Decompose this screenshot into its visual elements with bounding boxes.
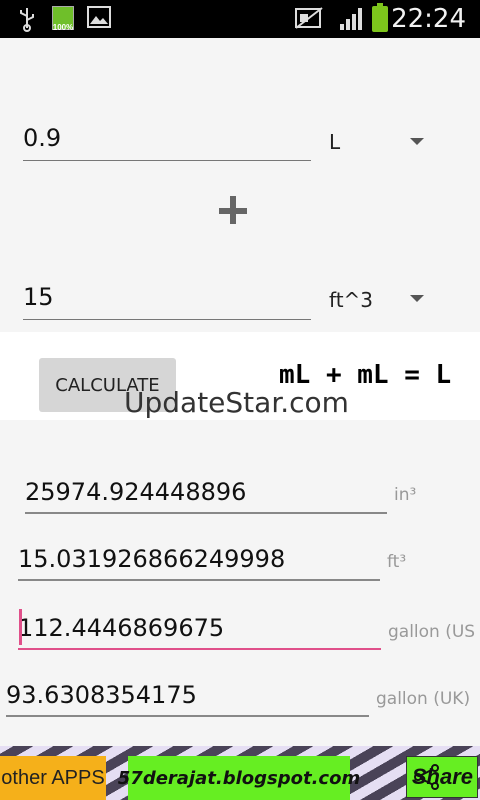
result-value: 112.4446869675 — [18, 614, 225, 642]
chevron-down-icon[interactable] — [410, 138, 424, 145]
battery-percent-label: 100% — [52, 23, 74, 32]
clock: 22:24 — [391, 4, 466, 34]
result-unit-gallon-uk: gallon (UK) — [376, 689, 471, 709]
mute-icon — [295, 7, 323, 29]
value-input-1[interactable]: 0.9 — [23, 124, 311, 161]
blog-link-label: 57derajat.blogspot.com — [117, 767, 361, 789]
unit-select-2-label: ft^3 — [329, 288, 374, 312]
share-icon — [414, 764, 439, 790]
other-apps-label: other APPS — [1, 766, 105, 789]
text-cursor — [19, 609, 22, 645]
result-field-gallon-uk[interactable]: 93.6308354175 — [6, 681, 369, 717]
image-icon — [87, 6, 111, 28]
value-input-1-text: 0.9 — [23, 124, 62, 152]
result-field-ft3[interactable]: 15.031926866249998 — [18, 545, 380, 581]
result-unit-gallon-us: gallon (US — [388, 622, 476, 642]
result-unit-in3: in³ — [394, 485, 417, 505]
unit-select-1[interactable]: L — [329, 130, 340, 154]
result-value: 15.031926866249998 — [18, 545, 286, 573]
battery-icon: 100% — [52, 6, 74, 32]
result-field-gallon-us[interactable]: 112.4446869675 — [18, 614, 381, 650]
chevron-down-icon[interactable] — [410, 295, 424, 302]
unit-select-1-label: L — [329, 130, 341, 154]
result-unit-ft3: ft³ — [387, 552, 407, 572]
plus-icon — [219, 196, 249, 226]
value-input-2-text: 15 — [23, 283, 54, 311]
blog-link[interactable]: 57derajat.blogspot.com — [118, 756, 360, 800]
result-value: 25974.924448896 — [25, 478, 247, 506]
signal-icon — [340, 8, 362, 30]
watermark: UpdateStar.com — [124, 386, 349, 419]
other-apps-button[interactable]: other APPS — [0, 756, 106, 800]
usb-icon — [20, 8, 34, 32]
value-input-2[interactable]: 15 — [23, 283, 311, 320]
status-bar: 100% 22:24 — [0, 0, 480, 38]
result-field-in3[interactable]: 25974.924448896 — [25, 478, 387, 514]
battery-charging-icon — [372, 3, 388, 32]
unit-select-2[interactable]: ft^3 — [329, 288, 373, 312]
share-button[interactable]: Share — [406, 756, 478, 798]
result-value: 93.6308354175 — [6, 681, 197, 709]
